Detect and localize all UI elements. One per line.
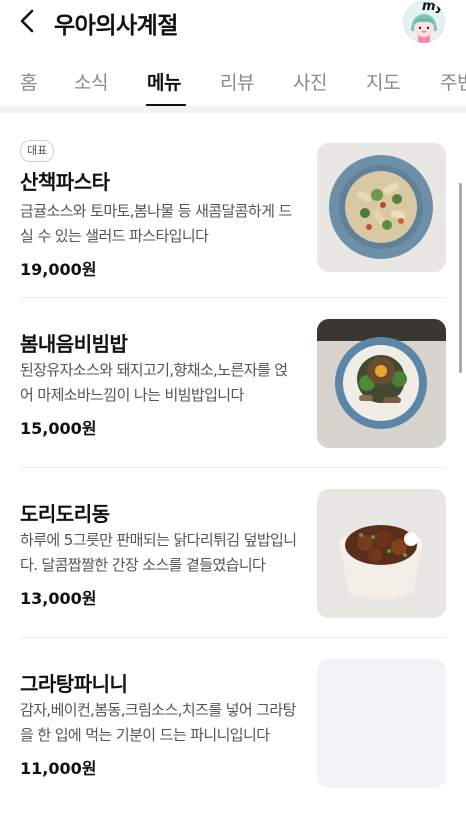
tab-photos[interactable]: 사진 — [293, 68, 327, 95]
scrollbar[interactable] — [459, 183, 462, 373]
menu-item-name: 산책파스타 — [20, 170, 110, 194]
menu-item[interactable]: 도리도리동 하루에 5그릇만 판매되는 닭다리튀김 덮밥입니다. 달콤짭짤한 간… — [0, 486, 466, 656]
menu-item-description: 하루에 5그릇만 판매되는 닭다리튀김 덮밥입니다. 달콤짭짤한 간장 소스를 … — [20, 531, 297, 574]
menu-item[interactable]: 봄내음비빔밥 된장유자소스와 돼지고기,향채소,노른자를 얹어 마제소바느낌이 … — [0, 316, 466, 486]
menu-item-photo — [317, 489, 446, 618]
menu-item-description: 감자,베이컨,봄동,크림소스,치즈를 넣어 그라탕을 한 입에 먹는 기분이 드… — [20, 701, 296, 744]
menu-item-price: 15,000원 — [20, 419, 97, 438]
menu-item-description: 된장유자소스와 돼지고기,향채소,노른자를 얹어 마제소바느낌이 나는 비빔밥입… — [20, 361, 288, 404]
tab-map[interactable]: 지도 — [366, 68, 400, 95]
menu-item-photo-placeholder — [317, 659, 446, 788]
menu-item-price: 13,000원 — [20, 589, 97, 608]
menu-item[interactable]: 대표 산책파스타 금귤소스와 토마토,봄나물 등 새콤달콤하게 드실 수 있는 … — [0, 140, 466, 310]
my-page-button[interactable]: my — [403, 1, 445, 43]
chevron-left-icon — [20, 9, 34, 33]
menu-item-description: 금귤소스와 토마토,봄나물 등 새콤달콤하게 드실 수 있는 샐러드 파스타입니… — [20, 202, 292, 245]
signature-badge: 대표 — [20, 140, 55, 162]
menu-item-photo — [317, 319, 446, 448]
page-title: 우아의사계절 — [54, 13, 178, 39]
section-divider — [0, 106, 466, 113]
tab-news[interactable]: 소식 — [74, 68, 108, 95]
tab-bar: 홈 소식 메뉴 리뷰 사진 지도 주변 — [0, 56, 466, 106]
menu-item-price: 11,000원 — [20, 759, 97, 778]
menu-item-name: 봄내음비빔밥 — [20, 332, 128, 356]
divider — [20, 467, 446, 468]
menu-item-photo — [317, 143, 446, 272]
menu-item-name: 그라탕파니니 — [20, 672, 128, 696]
menu-item-name: 도리도리동 — [20, 502, 110, 526]
tab-nearby[interactable]: 주변 — [440, 68, 466, 95]
divider — [20, 637, 446, 638]
tab-menu[interactable]: 메뉴 — [147, 68, 181, 95]
my-label: my — [422, 1, 445, 14]
menu-item[interactable]: 그라탕파니니 감자,베이컨,봄동,크림소스,치즈를 넣어 그라탕을 한 입에 먹… — [0, 656, 466, 826]
tab-reviews[interactable]: 리뷰 — [220, 68, 254, 95]
divider — [20, 297, 446, 298]
top-bar: 우아의사계절 my — [0, 0, 466, 44]
back-button[interactable] — [14, 7, 42, 35]
tab-home[interactable]: 홈 — [20, 68, 37, 95]
menu-item-price: 19,000원 — [20, 260, 97, 279]
